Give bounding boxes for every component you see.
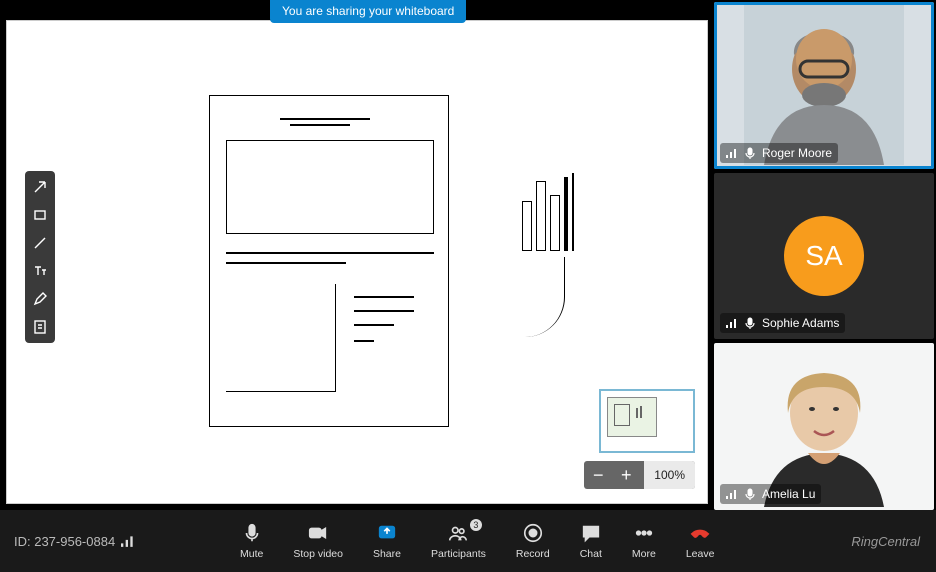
text-tool[interactable]: [27, 258, 53, 284]
brand-label: RingCentral: [851, 534, 936, 549]
participant-tile[interactable]: SA Sophie Adams: [714, 173, 934, 340]
record-icon: [522, 522, 544, 544]
chat-icon: [580, 522, 602, 544]
record-button[interactable]: Record: [516, 522, 550, 560]
participant-name: Sophie Adams: [762, 316, 839, 330]
zoom-control: − + 100%: [584, 461, 695, 489]
participant-video: [744, 347, 904, 507]
more-icon: [633, 522, 655, 544]
whiteboard-toolbar: [25, 171, 55, 343]
chat-button[interactable]: Chat: [580, 522, 602, 560]
phone-hangup-icon: [689, 522, 711, 544]
participant-label: Sophie Adams: [720, 313, 845, 333]
video-icon: [307, 522, 329, 544]
zoom-percent[interactable]: 100%: [644, 461, 695, 489]
signal-icon: [121, 534, 135, 548]
arrow-tool[interactable]: [27, 174, 53, 200]
participants-badge: 3: [470, 519, 482, 531]
participant-tile[interactable]: Roger Moore: [714, 2, 934, 169]
more-button[interactable]: More: [632, 522, 656, 560]
zoom-in-button[interactable]: +: [612, 461, 640, 489]
participant-video: [744, 5, 904, 165]
rectangle-tool[interactable]: [27, 202, 53, 228]
signal-icon: [726, 488, 738, 500]
whiteboard-curve-drawing: [525, 257, 565, 337]
mic-icon: [241, 522, 263, 544]
whiteboard-canvas[interactable]: − + 100%: [6, 20, 708, 504]
whiteboard-chart-drawing: [522, 171, 592, 251]
share-icon: [376, 522, 398, 544]
stop-video-button[interactable]: Stop video: [293, 522, 343, 560]
mute-button[interactable]: Mute: [240, 522, 263, 560]
people-icon: [447, 522, 469, 544]
participants-button[interactable]: 3 Participants: [431, 522, 486, 560]
zoom-out-button[interactable]: −: [584, 461, 612, 489]
participant-avatar: SA: [784, 216, 864, 296]
participants-panel: Roger Moore SA Sophie Adams: [714, 0, 936, 510]
leave-button[interactable]: Leave: [686, 522, 715, 560]
mic-icon: [744, 488, 756, 500]
mic-icon: [744, 147, 756, 159]
mic-icon: [744, 317, 756, 329]
participant-name: Amelia Lu: [762, 487, 815, 501]
bottom-bar: ID: 237-956-0884 Mute Stop video Share 3…: [0, 510, 936, 572]
participant-name: Roger Moore: [762, 146, 832, 160]
pen-tool[interactable]: [27, 286, 53, 312]
line-tool[interactable]: [27, 230, 53, 256]
participant-tile[interactable]: Amelia Lu: [714, 343, 934, 510]
signal-icon: [726, 317, 738, 329]
whiteboard-drawing: [209, 95, 449, 427]
whiteboard-navigator[interactable]: [599, 389, 695, 453]
participant-label: Roger Moore: [720, 143, 838, 163]
notes-tool[interactable]: [27, 314, 53, 340]
share-button[interactable]: Share: [373, 522, 401, 560]
share-banner: You are sharing your whiteboard: [270, 0, 466, 23]
meeting-id[interactable]: ID: 237-956-0884: [0, 534, 135, 549]
participant-label: Amelia Lu: [720, 484, 821, 504]
meeting-id-text: ID: 237-956-0884: [14, 534, 115, 549]
signal-icon: [726, 147, 738, 159]
